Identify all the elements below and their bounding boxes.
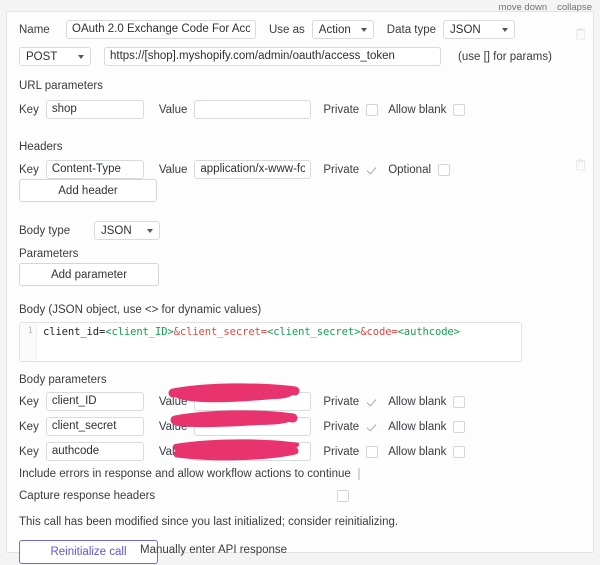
body-type-label: Body type [19,224,71,237]
capture-response-headers-label: Capture response headers [19,490,156,502]
body-param-value-label: Value [158,445,188,458]
body-param-allow-blank-checkbox[interactable] [453,395,466,408]
body-parameter-row: Key Value Private Allow blank [19,417,466,436]
include-errors-label: Include errors in response and allow wor… [19,468,351,480]
data-type-value: JSON [450,23,481,36]
body-param-allow-blank-label: Allow blank [388,395,447,408]
code-token-var: <client_ID> [105,326,174,338]
delete-call-icon[interactable] [575,27,586,40]
chevron-down-icon [147,228,153,233]
url-param-private-label: Private [323,103,360,116]
body-param-key-label: Key [19,395,39,408]
headers-title: Headers [19,141,63,153]
body-param-allow-blank-label: Allow blank [388,445,447,458]
body-param-value-input[interactable] [194,442,312,461]
capture-headers-row: Capture response headers [19,490,349,502]
header-private-label: Private [323,163,360,176]
name-label: Name [19,23,50,36]
url-param-allow-blank-checkbox[interactable] [453,103,466,116]
url-param-key-input[interactable] [45,100,144,119]
url-param-value-label: Value [158,103,188,116]
modified-status-message: This call has been modified since you la… [19,516,399,528]
chevron-down-icon [360,27,367,32]
code-token-var: <client_secret> [266,326,361,338]
chevron-down-icon [78,54,84,59]
body-param-private-label: Private [323,420,360,433]
body-param-private-checkbox[interactable] [366,445,379,458]
delete-header-icon[interactable] [575,158,586,171]
include-errors-row: Include errors in response and allow wor… [19,468,360,480]
add-parameter-button[interactable]: Add parameter [19,263,159,286]
url-input[interactable] [104,47,441,66]
url-parameter-row: Key Value Private Allow blank [19,100,466,119]
code-token-key: &client_secret= [173,326,267,338]
body-type-value: JSON [101,224,132,237]
data-type-label: Data type [386,23,437,36]
url-hint: (use [] for params) [458,50,552,63]
use-as-label: Use as [269,23,305,36]
body-param-private-label: Private [323,395,360,408]
data-type-select[interactable]: JSON [443,20,516,39]
body-param-private-checkbox[interactable] [366,396,378,408]
parameters-title: Parameters [19,248,79,260]
use-as-select[interactable]: Action [311,20,374,39]
editor-code-line[interactable]: client_id=<client_ID>&client_secret=<cli… [37,323,460,361]
reinitialize-call-button[interactable]: Reinitialize call [19,540,158,564]
body-param-allow-blank-checkbox[interactable] [453,445,466,458]
editor-line-number: 1 [20,323,37,361]
body-code-editor[interactable]: 1 client_id=<client_ID>&client_secret=<c… [19,322,522,362]
url-param-private-checkbox[interactable] [366,103,379,116]
include-errors-checkbox[interactable] [357,468,360,480]
code-token-plain: client_id= [43,326,106,338]
api-call-card: Name Use as Action Data type JSON POST (… [6,11,594,564]
header-key-label: Key [19,163,39,176]
url-param-allow-blank-label: Allow blank [388,103,447,116]
body-param-allow-blank-label: Allow blank [388,420,447,433]
url-parameters-title: URL parameters [19,80,103,92]
http-method-select[interactable]: POST [19,47,91,66]
manually-enter-api-response-link[interactable]: Manually enter API response [140,544,287,556]
header-value-input[interactable] [194,160,312,179]
chevron-down-icon [502,27,509,32]
body-parameter-row: Key Value Private Allow blank [19,442,466,461]
capture-response-headers-checkbox[interactable] [337,490,349,502]
body-param-value-input[interactable] [194,417,312,436]
call-name-input[interactable] [66,20,256,39]
method-url-row: POST (use [] for params) [19,47,552,66]
body-param-key-label: Key [19,420,39,433]
body-param-allow-blank-checkbox[interactable] [453,420,466,433]
add-header-button[interactable]: Add header [19,179,157,202]
header-private-checkbox[interactable] [366,164,378,176]
body-param-private-label: Private [323,445,360,458]
url-param-key-label: Key [19,103,39,116]
header-row: Key Value Private Optional [19,160,451,179]
body-editor-title: Body (JSON object, use <> for dynamic va… [19,304,262,316]
body-param-private-checkbox[interactable] [366,421,378,433]
code-token-key: &code= [360,326,398,338]
header-value-label: Value [158,163,188,176]
body-param-key-input[interactable] [45,392,144,411]
use-as-value: Action [318,23,351,36]
body-param-key-label: Key [19,445,39,458]
body-parameter-row: Key Value Private Allow blank [19,392,466,411]
code-token-var: <authcode> [397,326,460,338]
header-key-input[interactable] [45,160,144,179]
body-param-key-input[interactable] [45,442,144,461]
body-param-key-input[interactable] [45,417,144,436]
call-header-row: Name Use as Action Data type JSON [19,20,516,39]
body-param-value-label: Value [158,395,188,408]
url-param-value-input[interactable] [194,100,312,119]
body-type-select[interactable]: JSON [94,221,160,240]
body-param-value-label: Value [158,420,188,433]
body-type-row: Body type JSON [19,221,160,240]
header-optional-label: Optional [388,163,432,176]
header-optional-checkbox[interactable] [438,163,451,176]
body-parameters-title: Body parameters [19,374,107,386]
body-param-value-input[interactable] [194,392,312,411]
http-method-value: POST [26,50,58,63]
